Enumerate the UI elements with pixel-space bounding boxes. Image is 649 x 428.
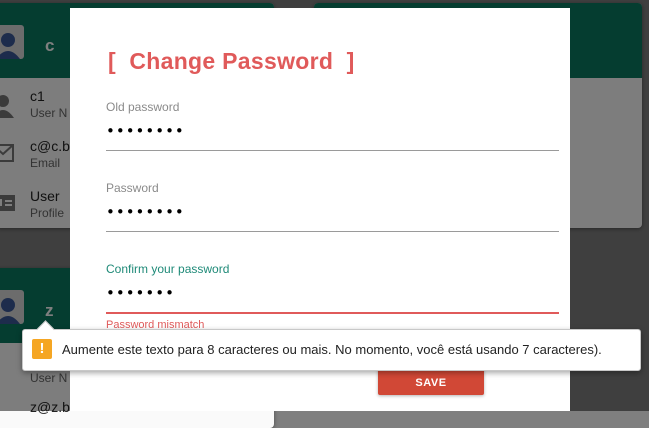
old-password-label: Old password [106,100,180,114]
old-password-input[interactable] [106,114,559,148]
password-input[interactable] [106,195,559,229]
warning-icon: ! [32,339,52,359]
confirm-password-label: Confirm your password [106,262,230,276]
password-field: Password [106,181,559,241]
field-underline-error [106,312,559,314]
validation-tooltip: ! Aumente este texto para 8 caracteres o… [22,320,641,371]
confirm-password-field: Confirm your password Password mismatch [106,262,559,337]
validation-message: Aumente este texto para 8 caracteres ou … [62,342,602,357]
old-password-field: Old password [106,100,559,160]
password-label: Password [106,181,159,195]
field-underline [106,231,559,232]
dialog-title: [ Change Password ] [108,48,355,74]
confirm-password-input[interactable] [106,276,559,310]
field-underline [106,150,559,151]
